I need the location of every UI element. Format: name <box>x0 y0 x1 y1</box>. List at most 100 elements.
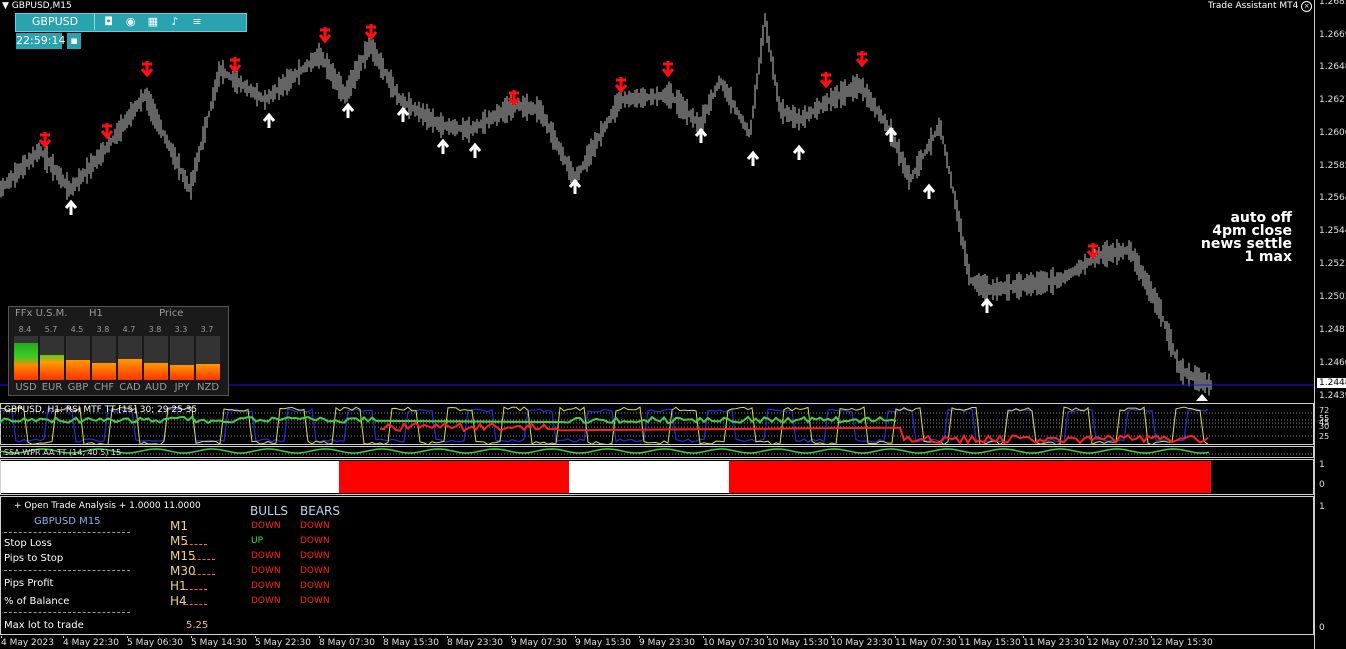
usm-strength-bar <box>144 363 168 380</box>
bears-status: DOWN <box>300 536 330 546</box>
sell-arrow <box>318 27 332 44</box>
note-1-max: 1 max <box>1244 249 1292 265</box>
symbol-toolbar[interactable]: GBPUSD ◘ ◉ ▦ ♪ ≡ 22:59:14 ▪ <box>15 13 247 49</box>
collapse-triangle-icon[interactable]: ▼ <box>2 1 9 11</box>
signal-bar-red-1 <box>339 461 569 493</box>
sell-arrow <box>228 57 242 74</box>
usm-timeframe: H1 <box>89 308 103 319</box>
price-label: 1.2439 <box>1319 391 1346 401</box>
buy-arrow <box>694 127 708 143</box>
usm-columns: 8.4 USD 5.7 EUR 4.5 GBP 3.8 CHF 4.7 CAD 3.8 AUD 3.3 J… <box>13 323 228 395</box>
balance-percent-label: % of Balance <box>4 596 70 607</box>
usm-currency-code: CAD <box>119 382 141 393</box>
wpr-chart[interactable] <box>0 446 1314 458</box>
bears-status: DOWN <box>300 566 330 576</box>
sell-arrow <box>855 51 869 68</box>
rsi-scale-label: 25 <box>1319 432 1330 441</box>
clock-time: 22:59:14 <box>16 33 66 49</box>
usm-strength-bar <box>170 365 194 380</box>
close-circle-icon[interactable]: × <box>1301 1 1313 12</box>
trade-assistant-label[interactable]: Trade Assistant MT4 × <box>1208 1 1313 12</box>
price-label: 1.2544 <box>1319 226 1346 236</box>
price-axis: 1.2685 1.2669 1.2648 1.2627 1.2606 1.2585 1.25… <box>1314 0 1346 649</box>
trade-header: + Open Trade Analysis + 1.0000 11.0000 <box>14 501 201 511</box>
bears-status: DOWN <box>300 581 330 591</box>
time-label: 9 May 23:30 <box>639 638 695 648</box>
price-label: 1.2502 <box>1319 292 1346 302</box>
signal-scale-label: 0 <box>1319 480 1325 490</box>
usm-panel[interactable]: FFx U.S.M. H1 Price 8.4 USD 5.7 EUR 4.5 GBP 3.… <box>8 306 229 396</box>
usm-currency-code: NZD <box>196 382 220 393</box>
usm-column-nzd: 3.7 NZD <box>195 323 220 395</box>
buy-arrow <box>341 102 355 118</box>
usm-value: 3.8 <box>148 325 162 334</box>
pips-to-stop-label: Pips to Stop <box>4 553 64 564</box>
bears-header: BEARS <box>300 504 340 518</box>
trade-symbol: GBPUSD M15 <box>34 516 101 527</box>
usm-value: 3.7 <box>200 325 214 334</box>
time-label: 5 May 22:30 <box>255 638 311 648</box>
usm-column-jpy: 3.3 JPY <box>169 323 194 395</box>
price-label: 1.2627 <box>1319 95 1346 105</box>
time-label: 11 May 15:30 <box>959 638 1021 648</box>
pips-profit-label: Pips Profit <box>4 578 54 589</box>
usm-price-label: Price <box>159 308 184 319</box>
buy-arrow <box>262 112 276 128</box>
buy-arrow <box>468 142 482 158</box>
time-label: 12 May 15:30 <box>1151 638 1213 648</box>
usm-value: 3.8 <box>96 325 110 334</box>
signal-bar-white-1 <box>1 461 339 493</box>
close-icon[interactable]: ▪ <box>67 33 82 49</box>
calendar-icon[interactable]: ▦ <box>144 14 162 30</box>
strategy-notes: auto off 4pm close news settle 1 max <box>1180 211 1292 265</box>
price-label: 1.2669 <box>1319 30 1346 40</box>
bulls-status: DOWN <box>251 551 281 561</box>
time-label: 9 May 15:30 <box>575 638 631 648</box>
trade-scale-label: 1 <box>1319 502 1325 512</box>
symbol-button[interactable]: GBPUSD <box>16 14 95 30</box>
trade-pane[interactable] <box>0 496 1314 635</box>
time-label: 11 May 07:30 <box>895 638 957 648</box>
bulls-status: DOWN <box>251 596 281 606</box>
sell-arrow <box>661 61 675 78</box>
timeframe-label: M30 <box>170 564 196 578</box>
rsi-scale-label: 30 <box>1319 422 1330 431</box>
usm-strength-bar <box>14 343 38 380</box>
usm-strength-bar <box>40 355 64 380</box>
sell-arrow <box>364 24 378 41</box>
sell-arrow <box>100 123 114 140</box>
bulls-header: BULLS <box>250 504 289 518</box>
time-label: 5 May 06:30 <box>127 638 183 648</box>
wpr-line <box>0 448 1210 454</box>
time-label: 12 May 07:30 <box>1087 638 1149 648</box>
time-label: 8 May 15:30 <box>383 638 439 648</box>
chart-title: ▼ GBPUSD,M15 <box>2 1 72 11</box>
time-label: 4 May 2023 <box>1 638 54 648</box>
usm-value: 4.5 <box>70 325 84 334</box>
time-label: 5 May 14:30 <box>191 638 247 648</box>
bell-icon[interactable]: ♪ <box>166 14 184 30</box>
buy-arrow <box>922 183 936 199</box>
time-label: 4 May 22:30 <box>63 638 119 648</box>
eye-icon[interactable]: ◉ <box>122 14 140 30</box>
max-lot-label: Max lot to trade <box>4 620 84 631</box>
price-label: 1.2606 <box>1319 128 1346 138</box>
sell-arrow <box>614 77 628 94</box>
buy-arrow <box>64 199 78 215</box>
timeframe-label: H4 <box>170 594 187 608</box>
usm-strength-bar <box>118 359 142 380</box>
max-lot-value: 5.25 <box>186 620 209 631</box>
buy-arrow <box>436 138 450 154</box>
menu-icon[interactable]: ≡ <box>188 14 206 30</box>
time-label: 10 May 23:30 <box>831 638 893 648</box>
camera-icon[interactable]: ◘ <box>100 14 118 30</box>
price-label: 1.2523 <box>1319 259 1346 269</box>
time-label: 9 May 07:30 <box>511 638 567 648</box>
timeframe-label: H1 <box>170 579 187 593</box>
usm-column-chf: 3.8 CHF <box>91 323 116 395</box>
sell-arrow <box>1086 243 1100 260</box>
wpr-label: SSA WPR AA TT (14; 40 5) 15 <box>4 448 122 457</box>
stop-loss-label: Stop Loss <box>4 538 52 549</box>
time-label: 11 May 23:30 <box>1023 638 1085 648</box>
signal-scale-label: 1 <box>1319 460 1325 470</box>
